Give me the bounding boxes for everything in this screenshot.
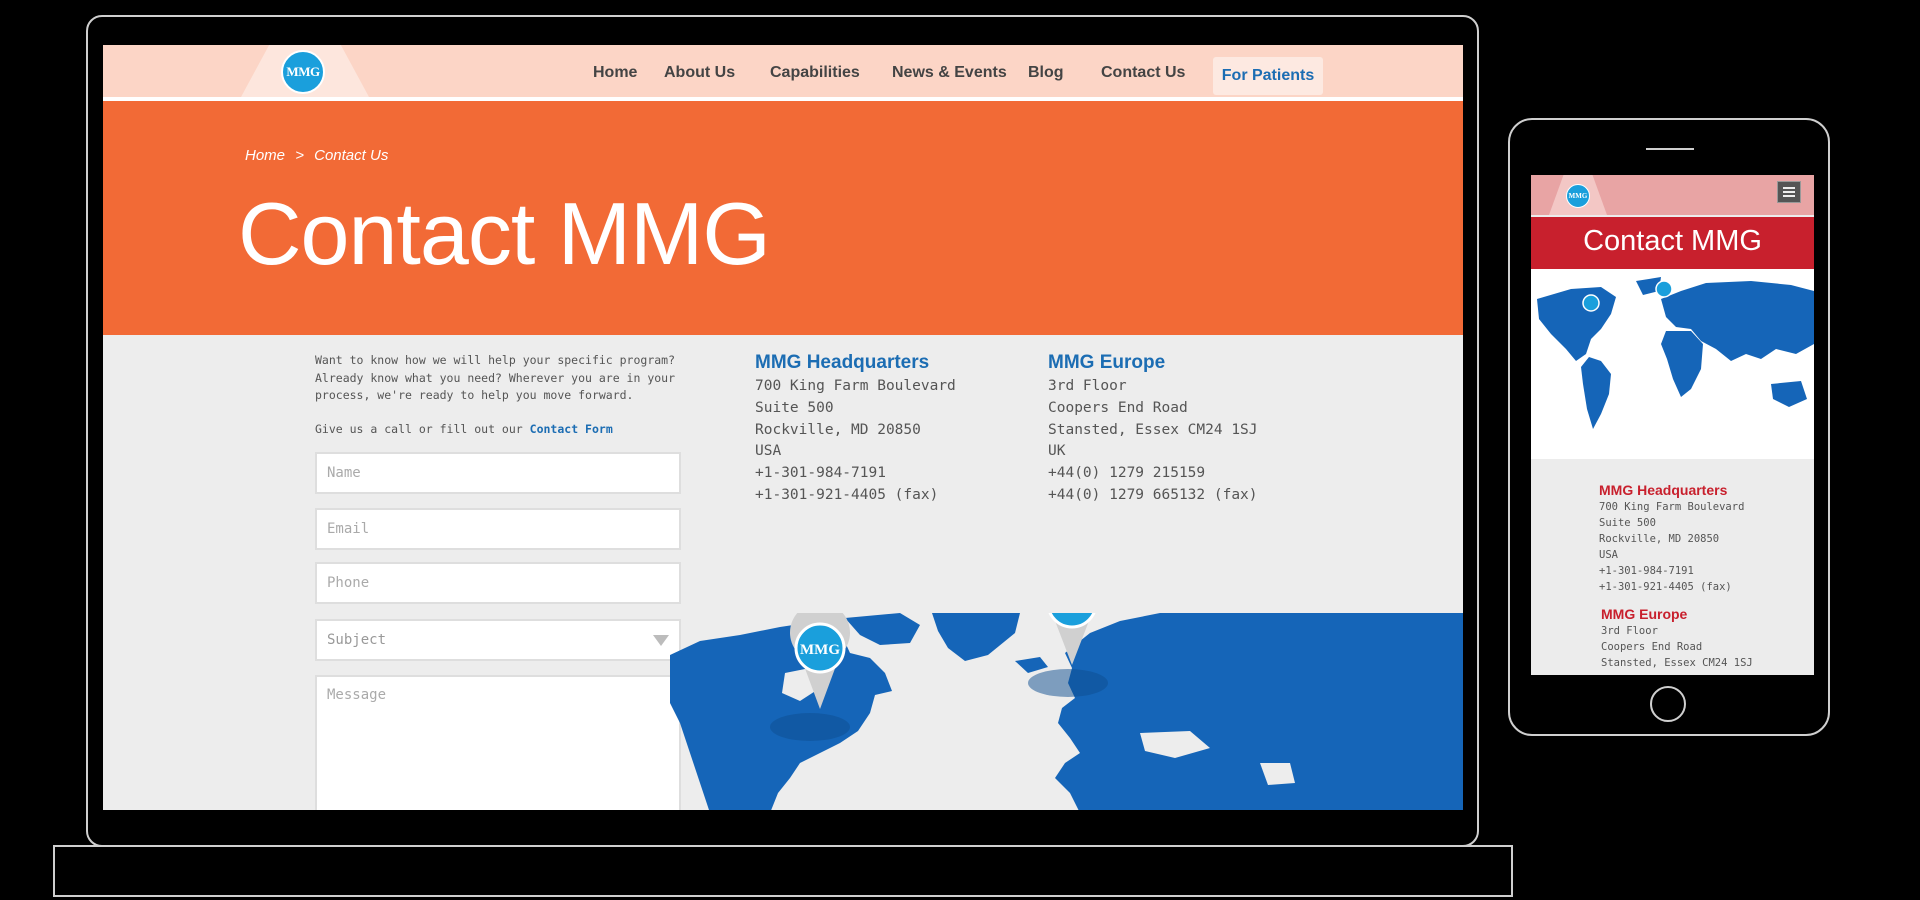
mobile-map-pin-usa[interactable] xyxy=(1582,294,1600,312)
office-hq-country: USA xyxy=(755,443,782,460)
phone-input[interactable] xyxy=(315,562,681,604)
nav-for-patients-button[interactable]: For Patients xyxy=(1213,57,1323,95)
subject-placeholder: Subject xyxy=(327,632,387,648)
mmg-logo[interactable]: MMG xyxy=(281,50,325,94)
top-navigation: MMG Home About Us Capabilities News & Ev… xyxy=(103,45,1463,101)
mobile-office-europe-line: Stansted, Essex CM24 1SJ xyxy=(1601,657,1753,669)
dropdown-arrow-icon xyxy=(653,634,669,646)
mobile-hero-banner: Contact MMG xyxy=(1531,217,1814,269)
mobile-world-map-graphic xyxy=(1537,277,1814,429)
contact-cta: Give us a call or fill out our Contact F… xyxy=(315,422,613,436)
mobile-office-hq-fax: +1-301-921-4405 (fax) xyxy=(1599,581,1732,593)
name-input[interactable] xyxy=(315,452,681,494)
phone-speaker xyxy=(1646,148,1694,150)
nav-item-news-events[interactable]: News & Events xyxy=(892,64,1007,82)
office-europe: MMG Europe 3rd Floor Coopers End Road St… xyxy=(1048,352,1258,507)
nav-item-capabilities[interactable]: Capabilities xyxy=(770,64,860,82)
mobile-office-hq-line: 700 King Farm Boulevard xyxy=(1599,501,1745,513)
mobile-office-europe: MMG Europe 3rd Floor Coopers End Road St… xyxy=(1601,606,1753,671)
mobile-office-hq-line: Suite 500 xyxy=(1599,517,1656,529)
mobile-page-title: Contact MMG xyxy=(1583,225,1762,257)
mobile-office-hq-line: Rockville, MD 20850 xyxy=(1599,533,1720,545)
mobile-map-pin-europe[interactable] xyxy=(1655,280,1673,298)
email-input[interactable] xyxy=(315,508,681,550)
subject-select[interactable]: Subject xyxy=(315,619,681,661)
nav-item-home[interactable]: Home xyxy=(593,64,637,82)
office-europe-address-2: Coopers End Road xyxy=(1048,399,1188,416)
mobile-world-map xyxy=(1531,269,1814,459)
mobile-office-europe-title: MMG Europe xyxy=(1601,606,1688,622)
mobile-office-europe-line: Coopers End Road xyxy=(1601,641,1703,653)
world-map-graphic: MMG xyxy=(670,560,1463,810)
nav-item-blog[interactable]: Blog xyxy=(1028,64,1064,82)
hero-banner: Home > Contact Us Contact MMG xyxy=(103,101,1463,335)
mobile-screen: MMG Contact MMG MMG Headquarters 700 Kin xyxy=(1531,175,1814,675)
mobile-mmg-logo[interactable]: MMG xyxy=(1566,184,1590,208)
office-europe-country: UK xyxy=(1048,443,1066,460)
mobile-navigation: MMG xyxy=(1531,175,1814,215)
breadcrumb-home-link[interactable]: Home xyxy=(245,147,285,164)
breadcrumb-current: Contact Us xyxy=(314,147,389,164)
cta-text: Give us a call or fill out our xyxy=(315,422,523,436)
message-textarea[interactable] xyxy=(315,675,681,810)
breadcrumb: Home > Contact Us xyxy=(245,147,394,164)
office-headquarters: MMG Headquarters 700 King Farm Boulevard… xyxy=(755,352,956,507)
hamburger-menu-icon[interactable] xyxy=(1777,181,1801,203)
office-europe-title: MMG Europe xyxy=(1048,352,1166,373)
nav-item-contact-us[interactable]: Contact Us xyxy=(1101,64,1185,82)
world-map: MMG xyxy=(670,560,1463,810)
breadcrumb-separator: > xyxy=(295,147,304,164)
contact-form-link[interactable]: Contact Form xyxy=(530,422,613,436)
nav-item-about-us[interactable]: About Us xyxy=(664,64,735,82)
intro-text: Want to know how we will help your speci… xyxy=(315,353,676,402)
office-hq-fax: +1-301-921-4405 (fax) xyxy=(755,486,939,503)
office-hq-address-1: 700 King Farm Boulevard xyxy=(755,378,956,394)
office-europe-address-1: 3rd Floor xyxy=(1048,378,1127,394)
desktop-screen: MMG Home About Us Capabilities News & Ev… xyxy=(103,45,1463,810)
office-europe-fax: +44(0) 1279 665132 (fax) xyxy=(1048,486,1258,503)
mobile-office-hq-line: USA xyxy=(1599,549,1618,561)
page-title: Contact MMG xyxy=(238,184,771,283)
office-hq-title: MMG Headquarters xyxy=(755,352,930,373)
office-hq-phone[interactable]: +1-301-984-7191 xyxy=(755,463,956,485)
office-hq-address-2: Suite 500 xyxy=(755,399,834,416)
office-europe-city: Stansted, Essex CM24 1SJ xyxy=(1048,421,1258,438)
office-europe-phone[interactable]: +44(0) 1279 215159 xyxy=(1048,463,1258,485)
office-hq-city: Rockville, MD 20850 xyxy=(755,421,921,438)
mobile-office-hq-title: MMG Headquarters xyxy=(1599,482,1728,498)
phone-home-button[interactable] xyxy=(1650,686,1686,722)
mobile-office-europe-line: 3rd Floor xyxy=(1601,625,1658,637)
mobile-office-headquarters: MMG Headquarters 700 King Farm Boulevard… xyxy=(1599,482,1744,595)
map-pin-usa-label: MMG xyxy=(800,642,840,658)
laptop-base xyxy=(53,845,1513,897)
mobile-office-hq-phone[interactable]: +1-301-984-7191 xyxy=(1599,563,1744,579)
